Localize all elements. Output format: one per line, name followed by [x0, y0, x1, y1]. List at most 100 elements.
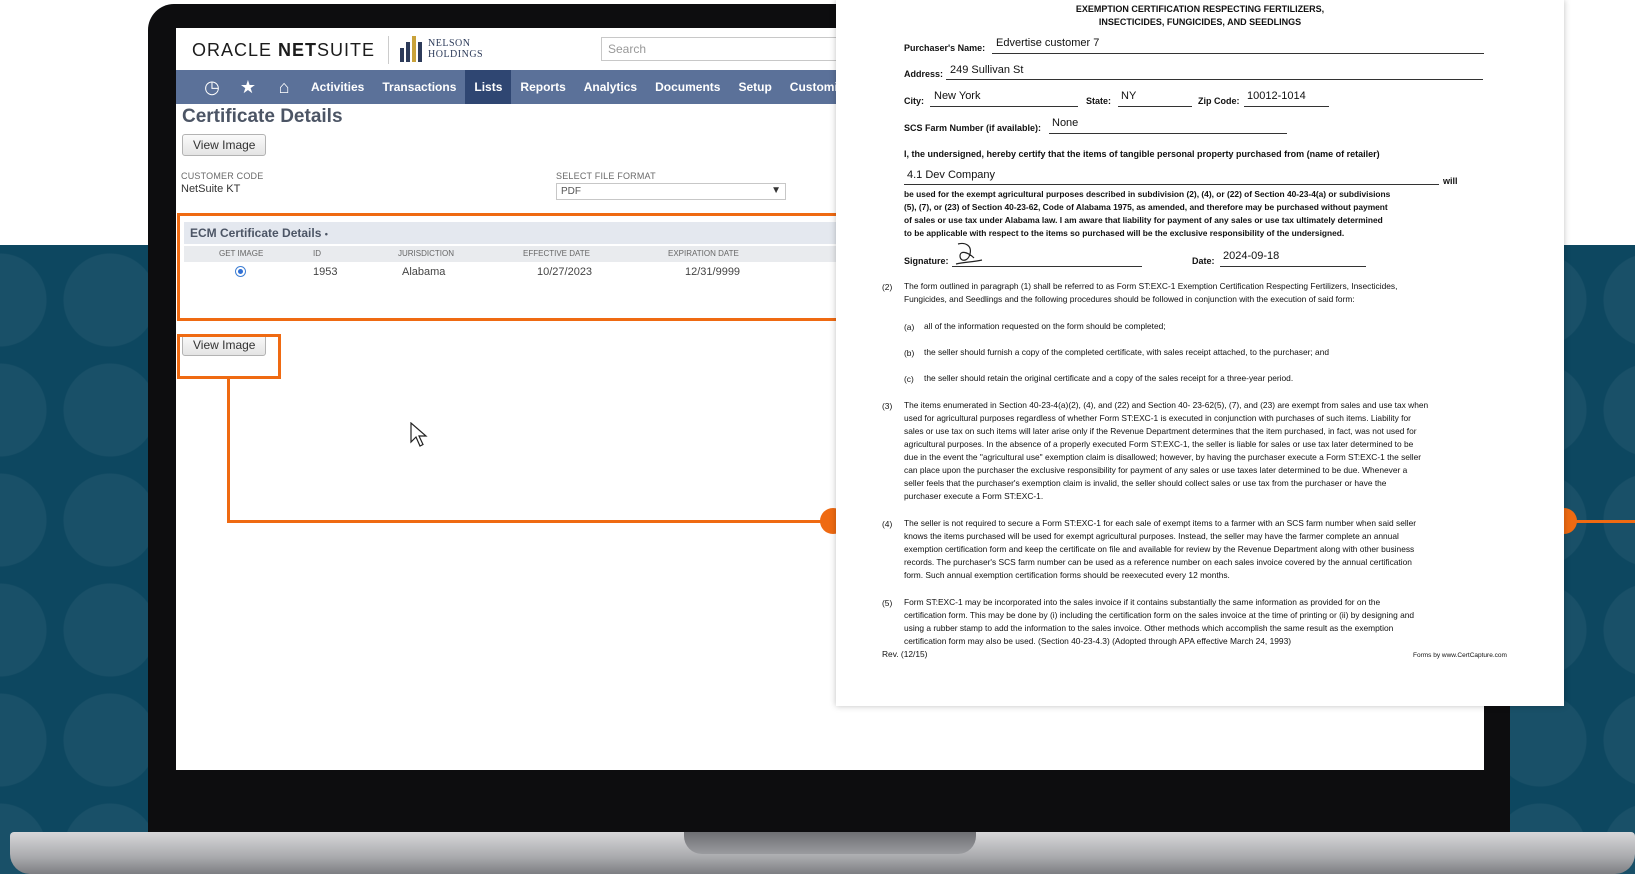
sublist-highlight-box: [177, 213, 847, 321]
para5-line4: certification form may also be used. (Se…: [904, 636, 1292, 646]
certify-body-4: to be applicable with respect to the ite…: [904, 228, 1345, 238]
chevron-down-icon: ▼: [771, 185, 781, 196]
view-image-button-top[interactable]: View Image: [182, 134, 267, 156]
address-value: 249 Sullivan St: [950, 64, 1024, 76]
state-label: State:: [1086, 96, 1112, 106]
date-line: [1220, 266, 1366, 267]
para4-line4: records. The purchaser's SCS farm number…: [904, 557, 1412, 567]
nav-lists[interactable]: Lists: [465, 70, 512, 104]
para3-line5: due in the event the "agricultural use" …: [904, 452, 1422, 462]
state-line: [1118, 106, 1192, 107]
logo-suite-text: SUITE: [317, 40, 376, 60]
laptop-notch: [684, 832, 976, 854]
logo-net-text: NET: [278, 40, 318, 60]
nav-analytics[interactable]: Analytics: [575, 70, 646, 104]
nelson-logo-icon: [398, 36, 424, 62]
nav-reports[interactable]: Reports: [511, 70, 574, 104]
para-c-text: the seller should retain the original ce…: [924, 373, 1294, 383]
para3-line1: The items enumerated in Section 40-23-4(…: [904, 400, 1429, 410]
nav-activities[interactable]: Activities: [302, 70, 373, 104]
logo-partner-line2: HOLDINGS: [428, 49, 484, 60]
certify-body-2: (5), (7), or (23) of Section 40-23-62, C…: [904, 202, 1388, 212]
retailer-value: 4.1 Dev Company: [907, 169, 996, 181]
callout-line-vertical: [227, 378, 230, 523]
nelson-holdings-logo: NELSON HOLDINGS: [398, 36, 483, 62]
home-icon[interactable]: ⌂: [266, 77, 302, 98]
para3-line6: can place upon the purchaser the exclusi…: [904, 465, 1408, 475]
para4-line5: form. Such annual exemption certificatio…: [904, 570, 1230, 580]
callout-line-horizontal: [227, 520, 833, 523]
certify-body-1: be used for the exempt agricultural purp…: [904, 189, 1391, 199]
para4-number: (4): [882, 519, 893, 529]
para3-line8: purchaser execute a Form ST:EXC-1.: [904, 491, 1044, 501]
farm-number-value: None: [1052, 117, 1079, 129]
certify-statement: I, the undersigned, hereby certify that …: [904, 149, 1380, 159]
global-search-input[interactable]: Search: [601, 37, 841, 61]
para2-line1: The form outlined in paragraph (1) shall…: [904, 281, 1398, 291]
file-format-label: SELECT FILE FORMAT: [556, 171, 656, 181]
para5-line2: certification form. This may be done by …: [904, 610, 1415, 620]
zip-value: 10012-1014: [1247, 90, 1306, 102]
para3-line2: used for agricultural purposes regardles…: [904, 413, 1411, 423]
logo-partner-line1: NELSON: [428, 38, 471, 49]
nav-transactions[interactable]: Transactions: [373, 70, 465, 104]
callout-line-right: [1576, 520, 1635, 523]
para2-number: (2): [882, 282, 893, 292]
signature-label: Signature:: [904, 256, 949, 266]
customer-code-value: NetSuite KT: [181, 183, 241, 195]
page-title: Certificate Details: [182, 106, 343, 127]
star-icon[interactable]: ★: [230, 77, 266, 98]
doc-title-line2: INSECTICIDES, FUNGICIDES, AND SEEDLINGS: [1098, 17, 1302, 27]
para-a-text: all of the information requested on the …: [924, 321, 1166, 331]
button-highlight-box: [177, 334, 281, 379]
retailer-line: [904, 184, 1439, 185]
farm-number-line: [1049, 133, 1287, 134]
logo-divider: [388, 36, 389, 64]
city-line: [930, 106, 1078, 107]
date-label: Date:: [1192, 256, 1215, 266]
farm-number-label: SCS Farm Number (if available):: [904, 123, 1042, 133]
file-format-select[interactable]: PDF ▼: [556, 183, 786, 200]
para-b-number: (b): [904, 348, 915, 358]
para-c-number: (c): [904, 374, 914, 384]
footer-forms-by: Forms by www.CertCapture.com: [1413, 652, 1507, 659]
zip-label: Zip Code:: [1198, 96, 1240, 106]
oracle-netsuite-logo[interactable]: ORACLE NETSUITE: [192, 40, 375, 61]
para5-number: (5): [882, 598, 893, 608]
city-value: New York: [934, 90, 981, 102]
zip-line: [1244, 106, 1329, 107]
purchaser-name-value: Edvertise customer 7: [996, 37, 1100, 49]
nav-documents[interactable]: Documents: [646, 70, 729, 104]
nav-setup[interactable]: Setup: [729, 70, 780, 104]
logo-oracle-text: ORACLE: [192, 40, 273, 60]
certify-body-3: of sales or use tax under Alabama law. I…: [904, 215, 1383, 225]
signature-scribble: [955, 242, 983, 265]
mouse-cursor-icon: [410, 422, 428, 447]
address-line: [946, 79, 1483, 80]
doc-title-line1: EXEMPTION CERTIFICATION RESPECTING FERTI…: [1075, 4, 1325, 14]
customer-code-label: CUSTOMER CODE: [181, 171, 264, 181]
para-b-text: the seller should furnish a copy of the …: [924, 347, 1330, 357]
para4-line3: exemption certification form and keep th…: [904, 544, 1415, 554]
purchaser-name-line: [992, 53, 1484, 54]
para5-line1: Form ST:EXC-1 may be incorporated into t…: [904, 597, 1381, 607]
signature-line: [952, 266, 1142, 267]
para4-line1: The seller is not required to secure a F…: [904, 518, 1417, 528]
address-label: Address:: [904, 69, 944, 79]
nelson-logo-text: NELSON HOLDINGS: [428, 38, 483, 60]
para3-line4: agricultural purposes. In the absence of…: [904, 439, 1414, 449]
revision-text: Rev. (12/15): [882, 649, 928, 659]
para3-line7: seller feels that the purchaser's exempt…: [904, 478, 1387, 488]
para4-line2: knows the items purchased will be used f…: [904, 531, 1399, 541]
state-value: NY: [1121, 90, 1137, 102]
will-text: will: [1443, 176, 1458, 186]
para5-line3: using a rubber stamp to add the informat…: [904, 623, 1394, 633]
para2-line2: Fungicides, and Seedlings and the follow…: [904, 294, 1355, 304]
para3-number: (3): [882, 401, 893, 411]
purchaser-name-label: Purchaser's Name:: [904, 43, 986, 53]
date-value: 2024-09-18: [1223, 250, 1280, 262]
para-a-number: (a): [904, 322, 915, 332]
para3-line3: sales or use tax on such items will late…: [904, 426, 1417, 436]
file-format-value: PDF: [561, 186, 581, 197]
history-icon[interactable]: ◷: [194, 77, 230, 98]
